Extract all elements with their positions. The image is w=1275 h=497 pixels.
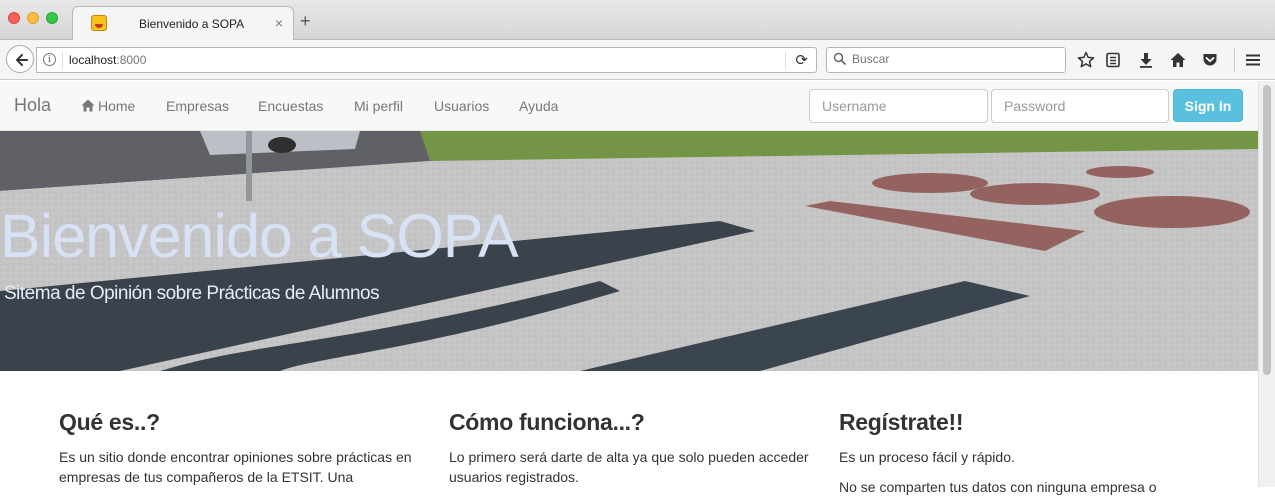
reload-icon[interactable]: ⟳ [795,51,808,69]
home-glyph-icon [81,99,95,112]
hero-jumbotron: Bienvenido a SOPA Sitema de Opinión sobr… [0,131,1258,371]
download-icon[interactable] [1137,51,1155,69]
navbar-brand[interactable]: Hola [14,95,51,116]
url-divider [62,52,63,69]
browser-titlebar: Bienvenido a SOPA × + [0,0,1275,40]
nav-home-label: Home [98,98,136,114]
column-heading: Qué es..? [59,409,160,435]
column-registrate: Regístrate!! Es un proceso fácil y rápid… [839,409,1209,497]
column-text: Es un proceso fácil y rápido. [839,449,1015,465]
web-page: Hola Home Empresas Encuestas Mi perfil U… [0,81,1258,495]
nav-mi-perfil[interactable]: Mi perfil [354,98,403,114]
tab-close-icon[interactable]: × [275,15,283,31]
column-heading: Cómo funciona...? [449,409,645,435]
browser-toolbar: i localhost:8000 ⟳ [0,40,1275,80]
back-button[interactable] [6,45,34,73]
scrollbar-thumb[interactable] [1263,85,1271,375]
password-input[interactable] [991,89,1169,123]
nav-usuarios[interactable]: Usuarios [434,98,489,114]
sign-in-button[interactable]: Sign In [1173,89,1243,122]
column-text: Es un sitio donde encontrar opiniones so… [59,449,412,485]
site-info-icon[interactable]: i [43,53,56,66]
column-como-funciona: Cómo funciona...? Lo primero será darte … [449,409,819,487]
tab-title: Bienvenido a SOPA [139,17,245,31]
zoom-window-button[interactable] [46,12,58,24]
home-icon[interactable] [1169,51,1187,69]
url-host: localhost [69,53,117,67]
url-text[interactable]: localhost:8000 [69,53,146,67]
nav-home[interactable]: Home [81,98,135,114]
search-icon [833,52,847,66]
url-divider-right [785,52,786,69]
new-tab-button[interactable]: + [300,12,311,30]
minimize-window-button[interactable] [27,12,39,24]
reading-list-icon[interactable] [1104,51,1122,69]
star-icon[interactable] [1077,51,1095,69]
site-navbar: Hola Home Empresas Encuestas Mi perfil U… [0,81,1258,131]
search-input[interactable] [852,52,1052,66]
search-bar[interactable] [826,47,1066,73]
column-text: Lo primero será darte de alta ya que sol… [449,449,809,485]
url-bar[interactable]: i localhost:8000 ⟳ [36,47,817,73]
hero-title: Bienvenido a SOPA [0,202,519,270]
menu-icon[interactable] [1244,51,1262,69]
favicon-icon [91,15,107,31]
pocket-icon[interactable] [1201,51,1219,69]
browser-tab[interactable]: Bienvenido a SOPA × [72,6,294,40]
username-input[interactable] [809,89,988,123]
back-arrow-icon [16,54,28,66]
page-scrollbar[interactable] [1258,81,1275,487]
url-port: :8000 [116,53,147,67]
column-heading: Regístrate!! [839,409,964,435]
column-text: No se comparten tus datos con ninguna em… [839,479,1157,495]
nav-empresas[interactable]: Empresas [166,98,229,114]
column-que-es: Qué es..? Es un sitio donde encontrar op… [59,409,429,487]
nav-ayuda[interactable]: Ayuda [519,98,558,114]
close-window-button[interactable] [8,12,20,24]
toolbar-divider [1234,48,1235,72]
nav-encuestas[interactable]: Encuestas [258,98,323,114]
hero-subtitle: Sitema de Opinión sobre Prácticas de Alu… [4,283,380,304]
